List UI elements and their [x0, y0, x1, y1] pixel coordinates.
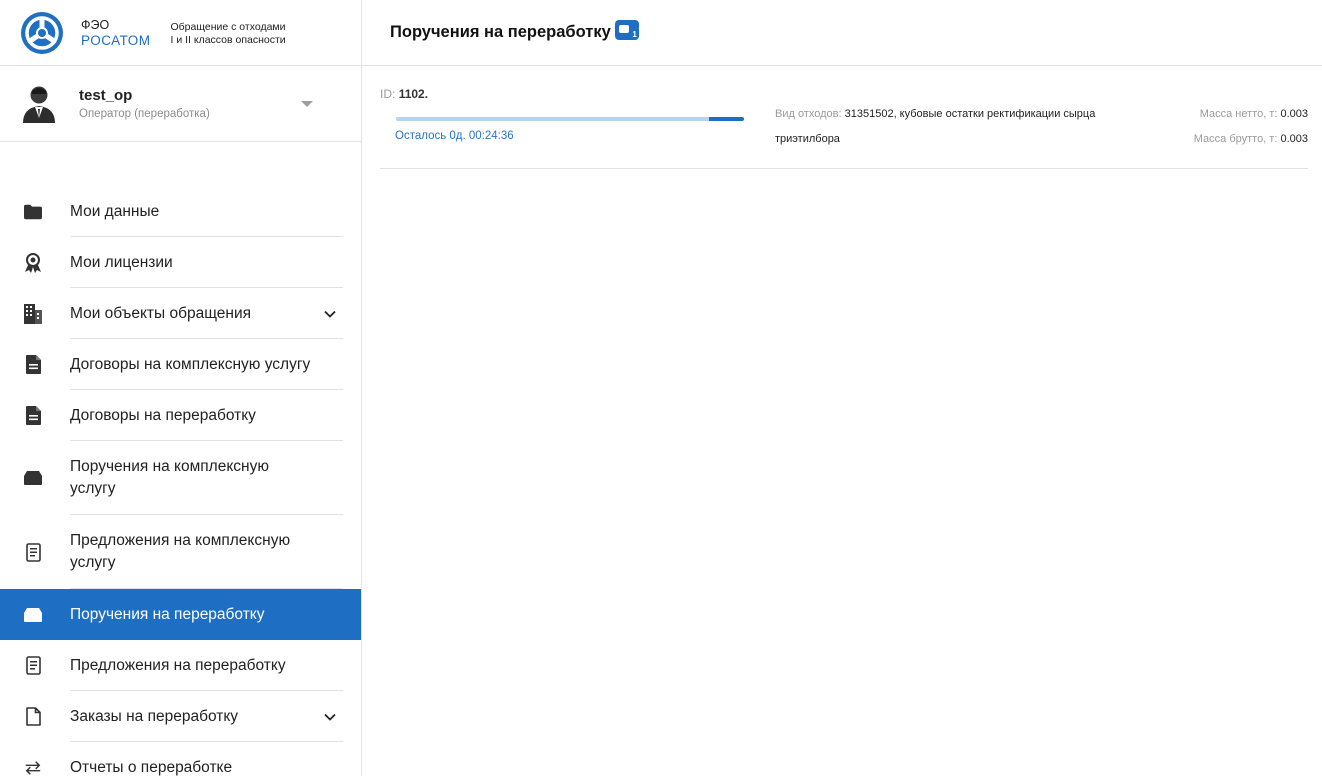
order-id: ID: 1102. [380, 87, 428, 101]
building-icon [24, 303, 42, 324]
order-card[interactable]: ID: 1102. Осталось 0д. 00:24:36 Вид отхо… [380, 66, 1308, 169]
document-icon [24, 406, 42, 425]
swap-icon [24, 759, 42, 776]
sidebar-item-label: Поручения на переработку [70, 605, 265, 623]
gross-mass-value: 0.003 [1280, 133, 1308, 145]
sidebar-item-processing-orders[interactable]: Поручения на переработку [0, 589, 361, 640]
sidebar-item-my-objects[interactable]: Мои объекты обращения [0, 288, 361, 339]
brand-description: Обращение с отходами I и II классов опас… [171, 21, 286, 47]
sidebar-item-label: Договоры на переработку [70, 406, 256, 424]
user-info: test_op Оператор (переработка) [79, 87, 210, 120]
waste-type-line1: Вид отходов: 31351502, кубовые остатки р… [775, 102, 1155, 127]
tray-icon [24, 469, 42, 487]
award-icon [24, 252, 42, 273]
net-mass: Масса нетто, т: 0.003 [1194, 102, 1308, 127]
count-badge: 1 [614, 19, 639, 40]
order-id-value: 1102. [398, 87, 429, 101]
sidebar-menu: Мои данные Мои лицензии Мои объекты обра… [0, 186, 361, 776]
sidebar-item-label: Предложения на комплексную услугу [70, 532, 291, 571]
gross-mass-label: Масса брутто, т: [1193, 133, 1278, 145]
blank-document-icon [24, 707, 42, 726]
brand-abbr: ФЭО [81, 17, 110, 32]
sidebar-item-label: Отчеты о переработке [70, 758, 233, 776]
user-profile[interactable]: test_op Оператор (переработка) [0, 66, 361, 142]
list-document-icon [24, 542, 42, 562]
sidebar-item-label: Договоры на комплексную услугу [70, 355, 311, 373]
time-left: Осталось 0д. 00:24:36 [395, 130, 514, 142]
order-id-label: ID: [380, 87, 396, 101]
sidebar-item-label: Предложения на переработку [70, 656, 286, 674]
brand-header[interactable]: ФЭО РОСАТОМ Обращение с отходами I и II … [0, 0, 361, 66]
sidebar-item-my-licenses[interactable]: Мои лицензии [0, 237, 361, 288]
brand-name: РОСАТОМ [81, 32, 151, 48]
time-progress-bar [396, 117, 744, 121]
sidebar-item-label: Мои лицензии [70, 253, 173, 271]
brand-text: ФЭО РОСАТОМ [81, 17, 151, 49]
sidebar-item-complex-proposals[interactable]: Предложения на комплексную услугу [0, 515, 361, 589]
caret-down-icon[interactable] [301, 100, 313, 107]
sidebar-item-label: Мои объекты обращения [70, 304, 252, 322]
brand-desc-line1: Обращение с отходами [170, 20, 286, 33]
page-title: Поручения на переработку [390, 23, 611, 41]
folder-icon [24, 203, 42, 221]
order-mass: Масса нетто, т: 0.003 Масса брутто, т: 0… [1194, 102, 1308, 152]
sidebar-item-label: Поручения на комплексную услугу [70, 458, 269, 497]
sidebar: ФЭО РОСАТОМ Обращение с отходами I и II … [0, 0, 362, 776]
sidebar-item-my-data[interactable]: Мои данные [0, 186, 361, 237]
chevron-down-icon[interactable] [323, 710, 337, 724]
sidebar-item-label: Мои данные [70, 202, 160, 220]
sidebar-item-processing-contracts[interactable]: Договоры на переработку [0, 390, 361, 441]
sidebar-item-processing-reports[interactable]: Отчеты о переработке [0, 742, 361, 776]
waste-type-label: Вид отходов: [775, 108, 842, 120]
badge-count: 1 [632, 29, 637, 39]
sidebar-item-complex-orders[interactable]: Поручения на комплексную услугу [0, 441, 361, 515]
list-document-icon [24, 656, 42, 675]
gross-mass: Масса брутто, т: 0.003 [1194, 127, 1308, 152]
chevron-down-icon[interactable] [323, 307, 337, 321]
brand-desc-line2: I и II классов опасности [170, 33, 286, 46]
sidebar-item-label: Заказы на переработку [70, 707, 239, 725]
progress-fill [709, 117, 744, 121]
sidebar-item-processing-proposals[interactable]: Предложения на переработку [0, 640, 361, 691]
tray-icon [618, 24, 629, 33]
document-icon [24, 355, 42, 374]
page-header: Поручения на переработку 1 [362, 0, 1322, 66]
waste-type: Вид отходов: 31351502, кубовые остатки р… [775, 102, 1155, 152]
rosatom-logo [21, 11, 63, 54]
net-mass-label: Масса нетто, т: [1199, 108, 1278, 120]
tray-icon [24, 606, 42, 624]
app: ФЭО РОСАТОМ Обращение с отходами I и II … [0, 0, 1322, 776]
sidebar-item-complex-contracts[interactable]: Договоры на комплексную услугу [0, 339, 361, 390]
waste-type-value-line2: триэтилбора [775, 133, 840, 145]
waste-type-value: 31351502, кубовые остатки ректификации с… [844, 108, 1096, 120]
user-role: Оператор (переработка) [79, 108, 210, 120]
user-name: test_op [79, 87, 133, 104]
sidebar-item-processing-requests[interactable]: Заказы на переработку [0, 691, 361, 742]
user-avatar-icon [23, 86, 55, 123]
net-mass-value: 0.003 [1280, 108, 1308, 120]
